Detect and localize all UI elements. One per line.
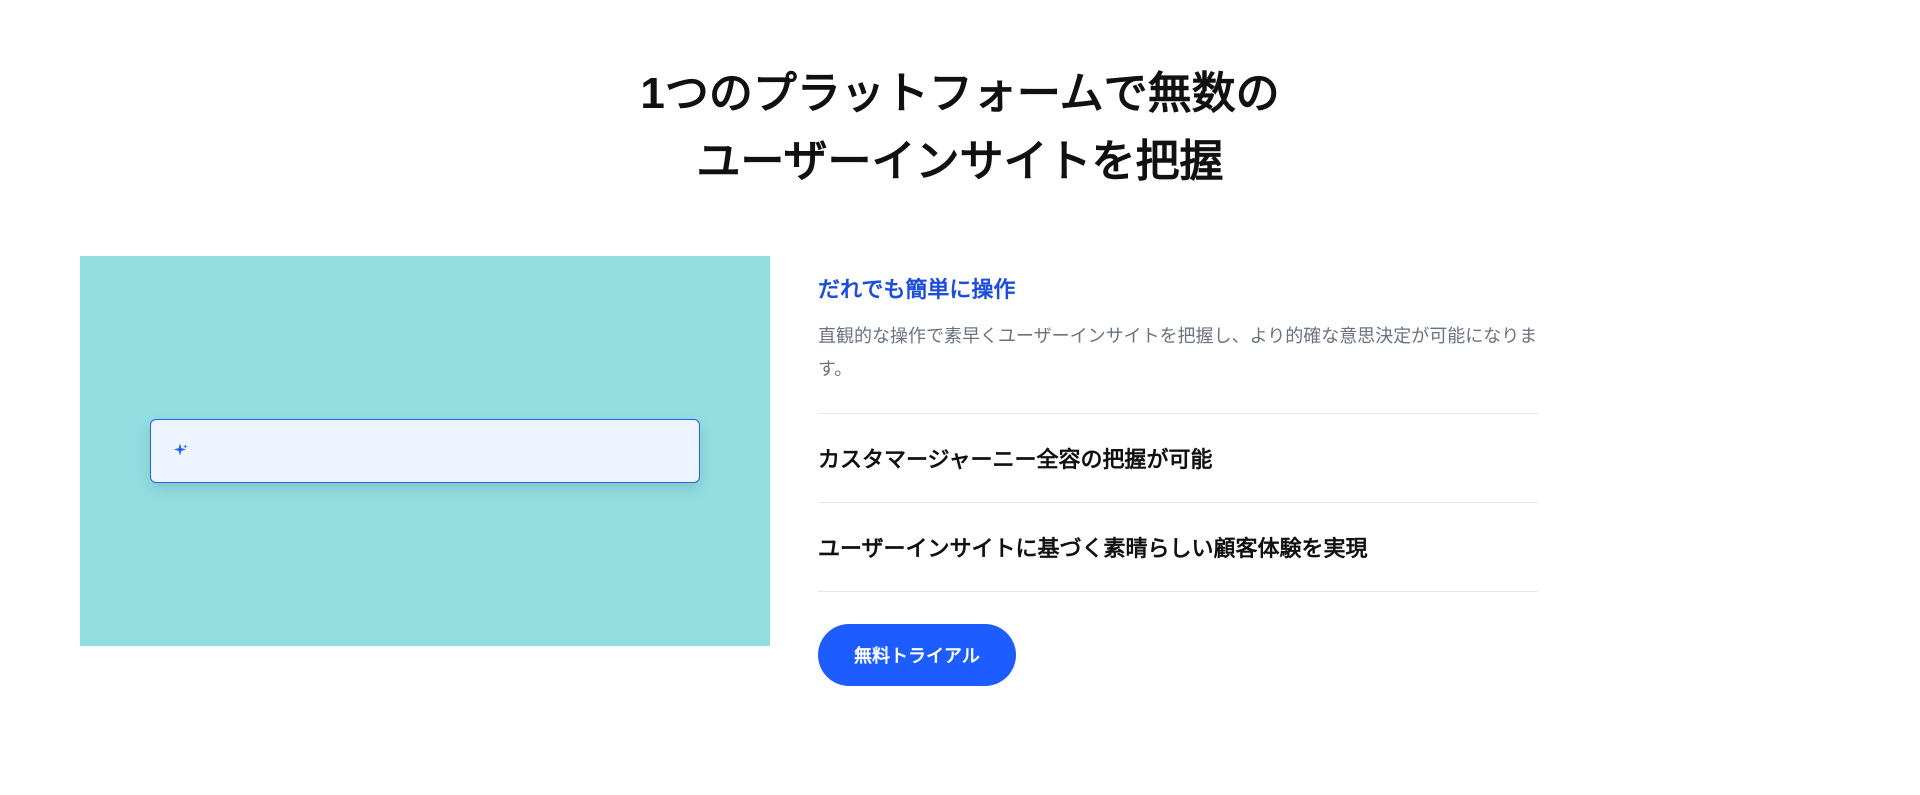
search-box[interactable]	[150, 419, 700, 483]
accordion-item-user-insight-experience[interactable]: ユーザーインサイトに基づく素晴らしい顧客体験を実現	[818, 503, 1538, 592]
headline-line-2: ユーザーインサイトを把握	[696, 137, 1223, 186]
accordion-column: だれでも簡単に操作 直観的な操作で素早くユーザーインサイトを把握し、より的確な意…	[818, 256, 1538, 686]
accordion-item-easy-operation[interactable]: だれでも簡単に操作 直観的な操作で素早くユーザーインサイトを把握し、より的確な意…	[818, 264, 1538, 414]
accordion-body: 直観的な操作で素早くユーザーインサイトを把握し、より的確な意思決定が可能になりま…	[818, 320, 1538, 385]
content-row: だれでも簡単に操作 直観的な操作で素早くユーザーインサイトを把握し、より的確な意…	[0, 256, 1920, 686]
illustration-panel	[80, 256, 770, 646]
page-headline: 1つのプラットフォームで無数の ユーザーインサイトを把握	[0, 60, 1920, 196]
accordion-title: ユーザーインサイトに基づく素晴らしい顧客体験を実現	[818, 531, 1538, 563]
accordion-item-customer-journey[interactable]: カスタマージャーニー全容の把握が可能	[818, 414, 1538, 503]
sparkle-icon	[171, 442, 189, 460]
free-trial-button[interactable]: 無料トライアル	[818, 624, 1016, 686]
page-container: 1つのプラットフォームで無数の ユーザーインサイトを把握 だれでも簡単に操作 直…	[0, 0, 1920, 686]
headline-line-1: 1つのプラットフォームで無数の	[640, 69, 1279, 118]
accordion-title: だれでも簡単に操作	[818, 272, 1538, 304]
accordion-title: カスタマージャーニー全容の把握が可能	[818, 442, 1538, 474]
